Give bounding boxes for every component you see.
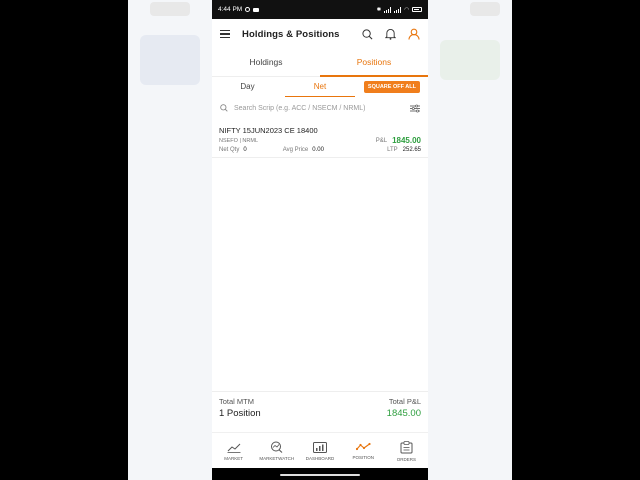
background-shape xyxy=(440,40,500,80)
subtab-net[interactable]: Net xyxy=(285,78,355,97)
positions-count: 1 Position xyxy=(219,408,261,419)
pnl-label: P&L xyxy=(375,137,388,144)
net-qty-value: 0 xyxy=(243,147,247,153)
orders-icon xyxy=(400,440,413,453)
position-row[interactable]: NIFTY 15JUN2023 CE 18400 NSEFO | NRML P&… xyxy=(212,121,428,158)
background-shape xyxy=(470,2,500,16)
total-mtm-label: Total MTM xyxy=(219,397,255,406)
exchange-product: NSEFO | NRML xyxy=(219,138,259,144)
ltp-value: 252.65 xyxy=(402,147,421,153)
nav-orders[interactable]: ORDERS xyxy=(385,433,428,469)
position-sub-tabs: Day Net SQUARE OFF ALL xyxy=(212,77,428,97)
bell-icon[interactable] xyxy=(385,28,396,40)
avg-price-value: 0.00 xyxy=(312,147,324,153)
nav-label: DASHBOARD xyxy=(305,455,335,461)
video-icon xyxy=(253,7,260,12)
nav-position[interactable]: POSITION xyxy=(342,433,385,469)
bluetooth-icon: ✱ xyxy=(376,6,382,13)
user-profile-icon[interactable] xyxy=(408,28,420,40)
pnl-value: 1845.00 xyxy=(392,136,421,145)
nav-market[interactable]: MARKET xyxy=(212,433,255,469)
avg-price-label: Avg Price xyxy=(282,147,309,153)
wifi-icon: ◠ xyxy=(404,6,409,13)
status-bar: 4:44 PM ✱ ◠ xyxy=(212,0,428,19)
background-shape xyxy=(150,2,190,16)
dashboard-icon xyxy=(313,441,327,453)
filter-icon[interactable] xyxy=(410,104,420,113)
positions-summary: Total MTM Total P&L 1 Position 1845.00 xyxy=(212,391,428,429)
nav-label: MARKETWATCH xyxy=(259,456,295,461)
signal-icon xyxy=(394,6,402,13)
nav-label: MARKET xyxy=(224,455,243,461)
square-off-all-button[interactable]: SQUARE OFF ALL xyxy=(363,81,420,93)
system-navigation-bar xyxy=(212,468,428,480)
main-tabs: Holdings Positions xyxy=(212,49,428,77)
nav-label: POSITION xyxy=(352,455,374,460)
home-gesture-handle[interactable] xyxy=(280,474,360,476)
nav-dashboard[interactable]: DASHBOARD xyxy=(298,433,341,469)
battery-icon xyxy=(412,7,422,12)
background-shape xyxy=(140,35,200,85)
nav-label: ORDERS xyxy=(396,456,417,462)
scrip-search[interactable]: Search Scrip (e.g. ACC / NSECM / NRML) xyxy=(212,99,428,117)
ltp-label: LTP xyxy=(387,147,398,153)
phone-screen: 4:44 PM ✱ ◠ Holdings & Positions Holding… xyxy=(212,0,428,480)
search-icon[interactable] xyxy=(362,28,373,40)
hamburger-menu-icon[interactable] xyxy=(220,30,230,38)
alarm-icon xyxy=(245,7,251,12)
subtab-day[interactable]: Day xyxy=(220,78,275,96)
status-time: 4:44 PM xyxy=(218,6,243,13)
signal-icon xyxy=(384,6,392,13)
page-title: Holdings & Positions xyxy=(242,28,340,40)
total-pnl-label: Total P&L xyxy=(388,397,421,406)
net-qty-label: Net Qty xyxy=(219,147,240,153)
market-icon xyxy=(227,443,241,453)
search-icon xyxy=(220,104,228,112)
nav-marketwatch[interactable]: MARKETWATCH xyxy=(255,433,298,469)
bottom-navigation: MARKET MARKETWATCH DASHBOARD POSITION OR… xyxy=(212,432,428,469)
total-pnl-value: 1845.00 xyxy=(386,408,421,419)
position-icon xyxy=(355,442,371,451)
marketwatch-icon xyxy=(271,441,283,453)
search-input[interactable]: Search Scrip (e.g. ACC / NSECM / NRML) xyxy=(234,105,410,112)
scrip-name: NIFTY 15JUN2023 CE 18400 xyxy=(219,126,318,135)
tab-holdings[interactable]: Holdings xyxy=(212,49,320,76)
tab-positions[interactable]: Positions xyxy=(320,49,428,77)
app-bar: Holdings & Positions xyxy=(212,19,428,49)
